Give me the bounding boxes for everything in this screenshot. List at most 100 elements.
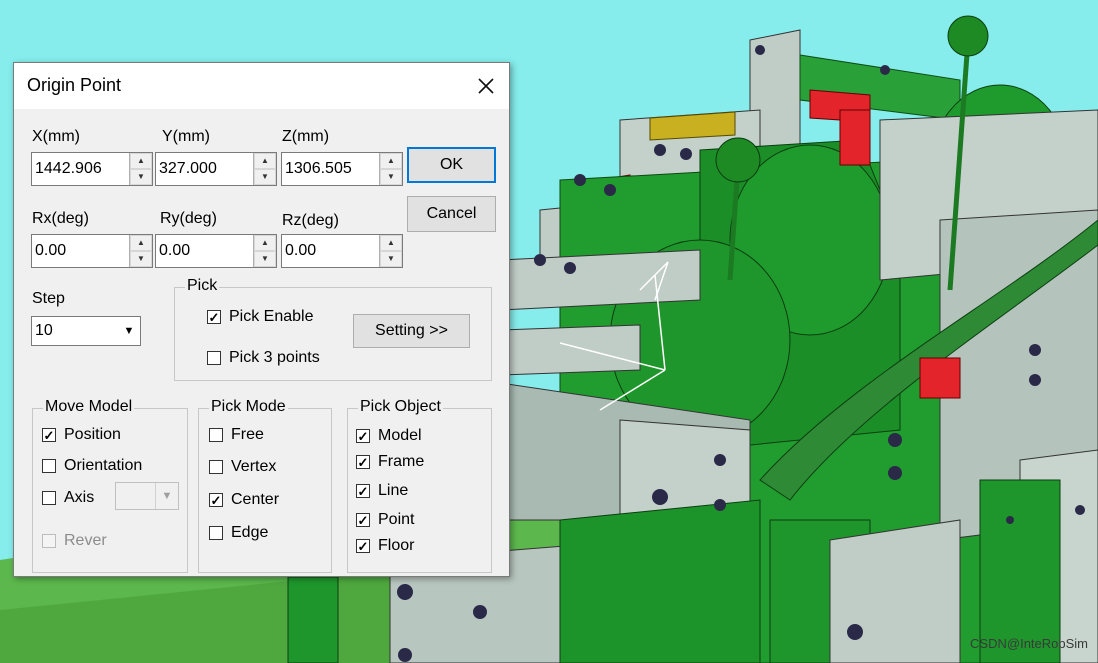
rz-spinner[interactable]: ▲ ▼	[379, 235, 402, 267]
position-checkbox[interactable]: ✓ Position	[42, 426, 121, 444]
pick-mode-group: Pick Mode Free Vertex ✓ Center Edge	[198, 398, 332, 573]
pick-enable-label: Pick Enable	[229, 308, 314, 325]
frame-label: Frame	[378, 453, 425, 470]
floor-checkbox[interactable]: ✓ Floor	[356, 537, 414, 555]
x-input[interactable]	[32, 153, 129, 185]
close-icon	[478, 78, 494, 94]
checkbox-icon	[209, 526, 223, 540]
y-input[interactable]	[156, 153, 253, 185]
edge-checkbox[interactable]: Edge	[209, 524, 268, 542]
checkbox-icon	[209, 428, 223, 442]
rz-field: ▲▼	[281, 234, 403, 268]
free-label: Free	[231, 426, 264, 443]
point-checkbox[interactable]: ✓ Point	[356, 511, 414, 529]
spin-down-icon[interactable]: ▼	[130, 169, 152, 185]
rx-input[interactable]	[32, 235, 129, 267]
axis-label: Axis	[64, 489, 95, 506]
chevron-down-icon[interactable]: ▼	[118, 317, 140, 345]
move-model-group: Move Model ✓ Position Orientation Axis ▼ …	[32, 398, 188, 573]
watermark: CSDN@InteRobSim	[970, 636, 1088, 651]
pick-object-legend: Pick Object	[358, 398, 443, 416]
step-value: 10	[35, 322, 53, 339]
checkbox-icon: ✓	[356, 538, 370, 554]
spin-down-icon[interactable]: ▼	[380, 169, 402, 185]
y-spinner[interactable]: ▲ ▼	[253, 153, 276, 185]
spin-up-icon[interactable]: ▲	[380, 235, 402, 251]
y-field: ▲▼	[155, 152, 277, 186]
ry-label: Ry(deg)	[160, 210, 217, 227]
center-checkbox[interactable]: ✓ Center	[209, 491, 279, 509]
checkbox-icon: ✓	[356, 512, 370, 528]
z-label: Z(mm)	[282, 128, 330, 145]
edge-label: Edge	[231, 524, 269, 541]
x-label: X(mm)	[32, 128, 80, 145]
rx-field: ▲▼	[31, 234, 153, 268]
spin-down-icon[interactable]: ▼	[254, 251, 276, 267]
z-spinner[interactable]: ▲ ▼	[379, 153, 402, 185]
x-spinner[interactable]: ▲ ▼	[129, 153, 152, 185]
axis-checkbox[interactable]: Axis	[42, 489, 94, 507]
vertex-checkbox[interactable]: Vertex	[209, 458, 276, 476]
frame-checkbox[interactable]: ✓ Frame	[356, 453, 424, 471]
rever-label: Rever	[64, 532, 107, 549]
pick-enable-checkbox[interactable]: ✓ Pick Enable	[207, 308, 314, 326]
spin-up-icon[interactable]: ▲	[130, 235, 152, 251]
checkbox-icon	[209, 460, 223, 474]
checkbox-icon: ✓	[356, 428, 370, 444]
ok-button[interactable]: OK	[407, 147, 496, 183]
checkbox-icon: ✓	[356, 483, 370, 499]
checkbox-icon: ✓	[209, 492, 223, 508]
checkbox-icon	[42, 534, 56, 548]
line-label: Line	[378, 482, 409, 499]
ry-field: ▲▼	[155, 234, 277, 268]
line-checkbox[interactable]: ✓ Line	[356, 482, 408, 500]
z-field: ▲▼	[281, 152, 403, 186]
orientation-checkbox[interactable]: Orientation	[42, 457, 142, 475]
rx-label: Rx(deg)	[32, 210, 89, 227]
pick-legend: Pick	[185, 277, 220, 295]
spin-up-icon[interactable]: ▲	[254, 153, 276, 169]
cancel-button[interactable]: Cancel	[407, 196, 496, 232]
chevron-down-icon: ▼	[155, 483, 178, 509]
x-field: ▲▼	[31, 152, 153, 186]
y-label: Y(mm)	[162, 128, 210, 145]
spin-up-icon[interactable]: ▲	[254, 235, 276, 251]
model-label: Model	[378, 427, 422, 444]
z-input[interactable]	[282, 153, 379, 185]
spin-down-icon[interactable]: ▼	[380, 251, 402, 267]
spin-up-icon[interactable]: ▲	[380, 153, 402, 169]
floor-label: Floor	[378, 537, 415, 554]
checkbox-icon: ✓	[42, 427, 56, 443]
step-label: Step	[32, 290, 65, 307]
rever-checkbox: Rever	[42, 532, 107, 550]
rz-input[interactable]	[282, 235, 379, 267]
position-label: Position	[64, 426, 121, 443]
checkbox-icon	[207, 351, 221, 365]
orientation-label: Orientation	[64, 457, 143, 474]
spin-up-icon[interactable]: ▲	[130, 153, 152, 169]
rx-spinner[interactable]: ▲ ▼	[129, 235, 152, 267]
pick-mode-legend: Pick Mode	[209, 398, 288, 416]
spin-down-icon[interactable]: ▼	[254, 169, 276, 185]
move-model-legend: Move Model	[43, 398, 135, 416]
axis-combo: ▼	[115, 482, 179, 510]
step-combo[interactable]: 10 ▼	[31, 316, 141, 346]
checkbox-icon	[42, 459, 56, 473]
ry-input[interactable]	[156, 235, 253, 267]
rz-label: Rz(deg)	[282, 212, 339, 229]
point-label: Point	[378, 511, 415, 528]
checkbox-icon	[42, 491, 56, 505]
setting-button[interactable]: Setting >>	[353, 314, 470, 348]
checkbox-icon: ✓	[356, 454, 370, 470]
spin-down-icon[interactable]: ▼	[130, 251, 152, 267]
ry-spinner[interactable]: ▲ ▼	[253, 235, 276, 267]
pick-3-points-checkbox[interactable]: Pick 3 points	[207, 349, 320, 367]
pick-3-points-label: Pick 3 points	[229, 349, 320, 366]
dialog-title: Origin Point	[27, 75, 122, 95]
checkbox-icon: ✓	[207, 309, 221, 325]
origin-point-dialog: Origin Point X(mm) Y(mm) Z(mm) ▲▼ ▲▼ ▲▼ …	[13, 62, 510, 577]
close-button[interactable]	[463, 63, 509, 109]
free-checkbox[interactable]: Free	[209, 426, 264, 444]
model-checkbox[interactable]: ✓ Model	[356, 427, 422, 445]
dialog-titlebar[interactable]: Origin Point	[14, 63, 509, 109]
